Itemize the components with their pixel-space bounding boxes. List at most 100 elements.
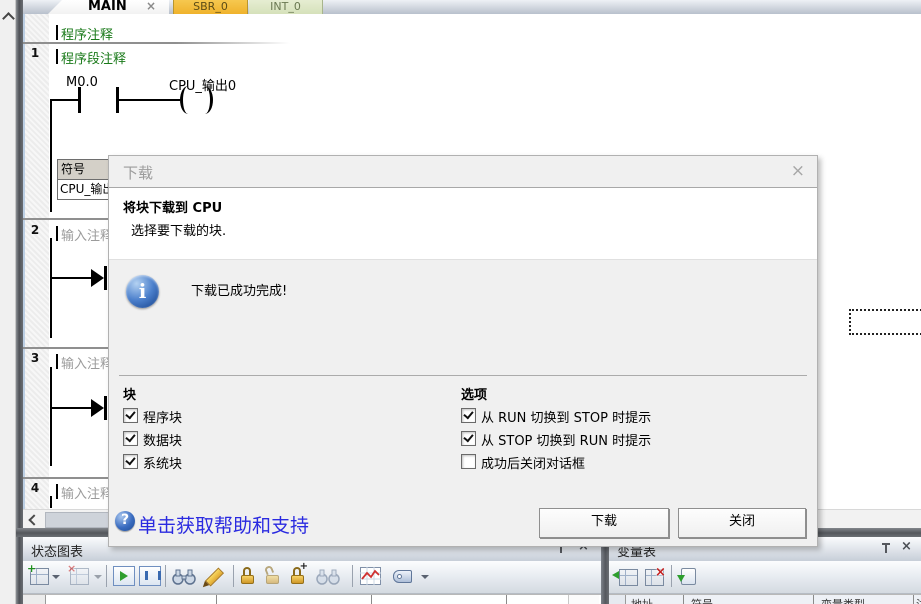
wire: [50, 99, 78, 101]
wire: [119, 99, 180, 101]
network-1-number: 1: [23, 46, 47, 60]
network-3-comment[interactable]: 输入注释: [61, 353, 113, 372]
column-separator: [371, 595, 372, 604]
info-glyph: i: [126, 279, 159, 303]
insert-chart-dropdown-icon[interactable]: [52, 575, 60, 579]
network-3-number: 3: [23, 351, 47, 365]
toolbar-separator: [106, 565, 107, 587]
left-nav-strip: [0, 0, 16, 604]
network-4-comment[interactable]: 输入注释: [61, 483, 113, 502]
panel-splitter[interactable]: [601, 537, 609, 604]
hscroll-thumb[interactable]: [45, 512, 109, 528]
coil-left-paren[interactable]: [180, 86, 196, 114]
toolbar-separator: [352, 565, 353, 587]
checkbox-label[interactable]: 系统块: [143, 453, 182, 472]
status-chart-title: 状态图表: [31, 541, 83, 560]
tag-dropdown-icon[interactable]: [421, 575, 429, 579]
program-comment[interactable]: 程序注释: [61, 24, 113, 43]
delete-chart-dropdown-icon[interactable]: [94, 575, 102, 579]
trend-chart-icon[interactable]: [360, 567, 381, 585]
unforce-lock-icon[interactable]: [266, 567, 279, 584]
tab-main[interactable]: MAIN ×: [48, 0, 169, 14]
dialog-title: 下载: [123, 162, 153, 183]
tab-close-icon[interactable]: ×: [146, 0, 156, 14]
contact-operand-label[interactable]: M0.0: [66, 75, 98, 90]
checkbox[interactable]: [123, 431, 138, 446]
scroll-left-button[interactable]: [25, 512, 40, 526]
table-scroll-corner: [568, 595, 599, 604]
comment-cursor-bar: [56, 484, 58, 499]
force-lock-icon[interactable]: [241, 567, 254, 584]
help-icon[interactable]: ?: [115, 511, 135, 531]
chart-status-on-icon[interactable]: [113, 566, 135, 586]
checkbox[interactable]: [461, 431, 476, 446]
chevron-left-icon: [28, 514, 39, 525]
symbol-table-value[interactable]: CPU_输出0: [58, 180, 112, 199]
branch-arrow-bar: [104, 266, 107, 290]
network-1-comment[interactable]: 程序段注释: [61, 48, 126, 67]
force-all-lock-plus-icon[interactable]: [291, 567, 304, 584]
checkbox-label[interactable]: 程序块: [143, 407, 182, 426]
pin-icon[interactable]: [881, 543, 891, 554]
comment-cursor-bar: [56, 25, 58, 40]
branch-arrow-icon: [91, 269, 104, 287]
write-pencil-icon[interactable]: [205, 567, 224, 586]
checkbox-label[interactable]: 成功后关闭对话框: [481, 453, 585, 472]
checkbox-label[interactable]: 从 RUN 切换到 STOP 时提示: [481, 407, 651, 426]
plus-overlay-icon: +: [27, 562, 36, 575]
branch-arrow-icon: [91, 399, 104, 417]
dialog-titlebar[interactable]: 下载 ×: [109, 156, 817, 188]
column-header-vartype: 变量类型: [821, 596, 865, 604]
tab-int0-label: INT_0: [270, 0, 301, 13]
dialog-close-icon[interactable]: ×: [791, 161, 805, 181]
checkbox-label[interactable]: 数据块: [143, 430, 182, 449]
comment-cursor-bar: [56, 226, 58, 241]
app-window: MAIN × SBR_0 INT_0 程序注释 1 程序段注释 M0.0 CPU…: [0, 0, 921, 604]
checkbox[interactable]: [123, 408, 138, 423]
pause-chart-icon[interactable]: [139, 566, 161, 586]
help-link[interactable]: 单击获取帮助和支持: [138, 511, 309, 538]
checkbox[interactable]: [123, 454, 138, 469]
question-glyph: ?: [115, 512, 135, 528]
info-icon: i: [126, 275, 159, 308]
left-splitter[interactable]: [16, 0, 23, 604]
options-group-label: 选项: [461, 384, 487, 403]
wire: [50, 277, 92, 279]
column-separator: [683, 595, 684, 604]
close-button[interactable]: 关闭: [678, 508, 806, 538]
dialog-header-section: 将块下载到 CPU 选择要下载的块.: [109, 188, 817, 260]
x-overlay-icon: ×: [655, 565, 666, 580]
column-header-address: 地址: [631, 596, 653, 604]
read-binoculars-icon[interactable]: [171, 568, 197, 585]
power-rail: [50, 496, 52, 508]
play-icon: [120, 571, 128, 581]
tab-int0[interactable]: INT_0: [249, 0, 323, 14]
toolbar-separator: [165, 565, 166, 587]
checkbox-label[interactable]: 从 STOP 切换到 RUN 时提示: [481, 430, 651, 449]
panel-close-icon[interactable]: ×: [901, 540, 912, 554]
network-2-comment[interactable]: 输入注释: [61, 225, 113, 244]
green-down-arrow-icon: [677, 575, 685, 582]
insert-row-icon[interactable]: [619, 569, 638, 586]
status-chart-table-sliver: [23, 594, 601, 604]
x-overlay-icon: ×: [67, 562, 76, 575]
coil-right-paren[interactable]: [197, 86, 213, 114]
tab-main-label: MAIN: [88, 0, 127, 14]
comment-cursor-bar: [56, 354, 58, 369]
column-header-comment: 注释: [916, 596, 921, 604]
green-arrow-icon: [612, 571, 619, 579]
checkbox[interactable]: [461, 408, 476, 423]
checkbox[interactable]: [461, 454, 476, 469]
contact-left-bar[interactable]: [78, 87, 81, 113]
download-dialog: 下载 × 将块下载到 CPU 选择要下载的块. i 下载已成功完成! 块 程序块…: [108, 155, 818, 547]
editor-tab-bar: MAIN × SBR_0 INT_0: [23, 0, 921, 15]
tab-sbr0[interactable]: SBR_0: [173, 0, 248, 14]
download-button[interactable]: 下载: [539, 508, 669, 538]
read-force-binoculars-icon[interactable]: [315, 568, 341, 585]
column-separator: [813, 595, 814, 604]
row-number-cell: [23, 595, 46, 604]
symbol-info-table: 符号 CPU_输出0: [57, 159, 113, 200]
dialog-separator: [119, 375, 807, 376]
bookmark-tag-icon[interactable]: [393, 570, 412, 583]
dashed-placeholder-box[interactable]: [849, 309, 921, 335]
